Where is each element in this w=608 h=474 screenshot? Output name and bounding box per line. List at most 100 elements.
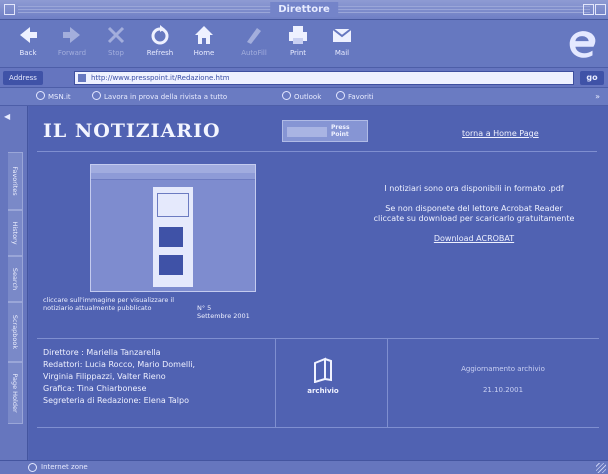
tab-favorites[interactable]: Favorites: [8, 152, 23, 210]
stop-icon: [107, 26, 125, 44]
tab-label: Scrapbook: [11, 314, 19, 350]
home-icon: [195, 26, 213, 44]
favorite-rivista[interactable]: Lavora in prova della rivista a tutto: [92, 91, 227, 103]
stop-label: Stop: [108, 49, 124, 57]
favorites-more-chevron-icon[interactable]: »: [595, 91, 600, 103]
back-button[interactable]: Back: [6, 23, 50, 58]
credit-line: Direttore : Mariella Tanzarella: [43, 348, 161, 357]
tab-label: Page Holder: [11, 373, 19, 413]
favorite-page-icon: [336, 91, 345, 100]
archive-update: Aggiornamento archivio 21.10.2001: [423, 365, 583, 395]
window-title-bar[interactable]: Direttore: [0, 0, 608, 20]
divider: [387, 339, 388, 427]
favorite-msn[interactable]: MSN.it: [36, 91, 71, 103]
mail-label: Mail: [334, 49, 350, 57]
go-button[interactable]: go: [580, 71, 604, 85]
thumbnail-caption: cliccare sull'immagine per visualizzare …: [43, 296, 175, 312]
divider: [275, 339, 276, 427]
status-bar: Internet zone: [0, 460, 608, 474]
credits-footer: Direttore : Mariella Tanzarella Redattor…: [37, 338, 599, 428]
address-input[interactable]: http://www.presspoint.it/Redazione.htm: [74, 71, 574, 85]
explorer-side-bar: ◀ Favorites History Search Scrapbook Pag…: [0, 106, 28, 460]
stop-button[interactable]: Stop: [94, 23, 138, 58]
thumbnail-toolbar: [91, 173, 255, 180]
tab-label: Search: [11, 267, 19, 291]
banner-text: Press Point: [331, 124, 350, 138]
banner-graphic: [287, 127, 327, 137]
page-header: IL NOTIZIARIO Press Point torna a Home P…: [37, 114, 597, 152]
archive-link[interactable]: archivio: [293, 357, 353, 395]
autofill-button[interactable]: AutoFill: [232, 23, 276, 58]
browser-toolbar: Back Forward Stop Refresh Home AutoFill …: [0, 20, 608, 68]
print-button[interactable]: Print: [276, 23, 320, 58]
refresh-button[interactable]: Refresh: [138, 23, 182, 58]
back-label: Back: [19, 49, 37, 57]
back-arrow-icon: [20, 27, 37, 43]
header-banner[interactable]: Press Point: [282, 120, 368, 142]
thumbnail-block: [159, 255, 183, 275]
thumbnail-block: [157, 193, 189, 217]
home-page-link[interactable]: torna a Home Page: [462, 129, 539, 138]
page-title: IL NOTIZIARIO: [43, 120, 221, 142]
favorites-bar: MSN.it Lavora in prova della rivista a t…: [0, 88, 608, 106]
close-box[interactable]: [4, 4, 15, 15]
forward-label: Forward: [57, 49, 87, 57]
window-title: Direttore: [270, 2, 338, 17]
forward-arrow-icon: [63, 27, 80, 43]
collapse-box[interactable]: [595, 4, 606, 15]
issue-info: N° 5 Settembre 2001: [197, 304, 250, 320]
credit-line: Virginia Filippazzi, Valter Rieno: [43, 372, 166, 381]
page-icon: [78, 74, 86, 82]
acrobat-note: Se non disponete del lettore Acrobat Rea…: [373, 204, 575, 223]
collapse-arrow-icon[interactable]: ◀: [4, 112, 10, 121]
mail-button[interactable]: Mail: [320, 23, 364, 58]
home-button[interactable]: Home: [182, 23, 226, 58]
favorite-label: Outlook: [294, 93, 322, 101]
archive-document-icon: [314, 357, 332, 383]
autofill-icon: [247, 28, 261, 44]
credit-line: Redattori: Lucia Rocco, Mario Domelli,: [43, 360, 196, 369]
download-acrobat-link[interactable]: Download ACROBAT: [434, 234, 514, 243]
thumbnail-title-bar: [91, 165, 255, 173]
favorite-page-icon: [282, 91, 291, 100]
address-label: Address: [3, 71, 43, 85]
issue-number: N° 5: [197, 304, 212, 312]
pdf-info: I notiziari sono ora disponibili in form…: [369, 184, 579, 254]
favorite-outlook[interactable]: Outlook: [282, 91, 321, 103]
credits-list: Direttore : Mariella Tanzarella Redattor…: [43, 347, 195, 407]
favorite-label: Lavora in prova della rivista a tutto: [104, 93, 228, 101]
refresh-icon: [151, 25, 169, 45]
web-page-content: IL NOTIZIARIO Press Point torna a Home P…: [29, 106, 608, 460]
thumbnail-page: [153, 187, 193, 287]
tab-label: Favorites: [11, 166, 19, 196]
forward-button[interactable]: Forward: [50, 23, 94, 58]
newsletter-thumbnail[interactable]: [90, 164, 256, 292]
favorite-favoriti[interactable]: Favoriti: [336, 91, 374, 103]
globe-icon: [28, 463, 37, 472]
archive-label: archivio: [307, 387, 339, 395]
update-label: Aggiornamento archivio: [461, 365, 545, 373]
favorite-page-icon: [36, 91, 45, 100]
pdf-note: I notiziari sono ora disponibili in form…: [384, 184, 564, 193]
home-label: Home: [193, 49, 215, 57]
credit-line: Grafica: Tina Chiarbonese: [43, 384, 147, 393]
credit-line: Segreteria di Redazione: Elena Talpo: [43, 396, 189, 405]
resize-grip[interactable]: [596, 463, 606, 473]
print-icon: [289, 26, 307, 44]
issue-date: Settembre 2001: [197, 312, 250, 320]
thumbnail-block: [159, 227, 183, 247]
autofill-label: AutoFill: [241, 49, 267, 57]
tab-page-holder[interactable]: Page Holder: [8, 362, 23, 424]
favorite-label: Favoriti: [348, 93, 374, 101]
tab-search[interactable]: Search: [8, 256, 23, 302]
address-bar: Address http://www.presspoint.it/Redazio…: [0, 68, 608, 88]
refresh-label: Refresh: [146, 49, 174, 57]
favorite-page-icon: [92, 91, 101, 100]
status-text: Internet zone: [41, 463, 88, 471]
internet-explorer-e-icon: [569, 31, 596, 58]
tab-scrapbook[interactable]: Scrapbook: [8, 302, 23, 362]
favorite-label: MSN.it: [48, 93, 71, 101]
zoom-box[interactable]: [583, 4, 594, 15]
mail-icon: [332, 28, 352, 42]
print-label: Print: [289, 49, 307, 57]
